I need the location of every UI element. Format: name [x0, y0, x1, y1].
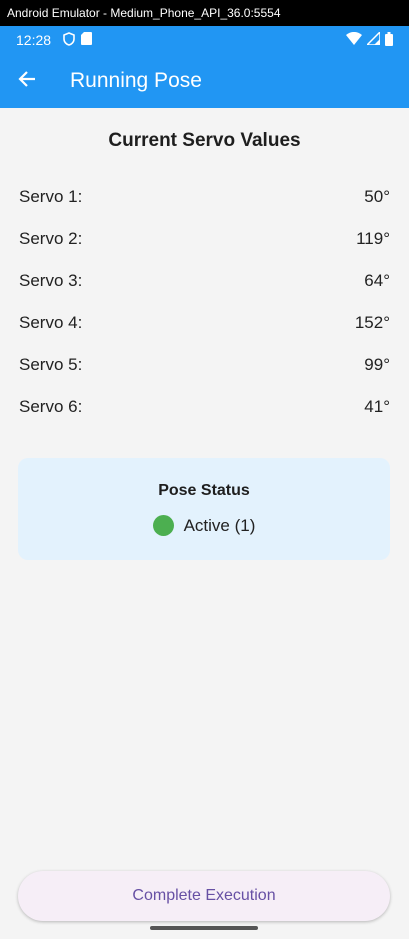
emulator-title-bar: Android Emulator - Medium_Phone_API_36.0… — [0, 0, 409, 26]
status-dot-icon — [152, 515, 174, 536]
servo-label: Servo 4: — [19, 313, 83, 332]
servo-label: Servo 6: — [19, 397, 83, 416]
pose-status-title: Pose Status — [158, 482, 250, 499]
app-bar: Running Pose — [0, 54, 409, 108]
complete-execution-label: Complete Execution — [132, 887, 276, 904]
servo-value: 64° — [364, 271, 390, 290]
servo-row: Servo 1: 50° — [19, 187, 390, 207]
shield-icon — [63, 31, 75, 49]
back-button[interactable] — [0, 54, 54, 108]
pose-status-card: Pose Status Active (1) — [18, 458, 390, 560]
servo-row: Servo 3: 64° — [19, 271, 390, 291]
servo-label: Servo 3: — [19, 271, 83, 290]
servo-value: 41° — [364, 397, 390, 416]
status-bar: 12:28 — [0, 26, 409, 54]
main-content: Current Servo Values Servo 1: 50° Servo … — [0, 108, 409, 939]
page-title: Running Pose — [70, 69, 202, 92]
status-time: 12:28 — [16, 32, 52, 48]
pose-status-text: Active (1) — [183, 515, 256, 535]
servo-value: 50° — [364, 187, 390, 206]
emulator-title: Android Emulator - Medium_Phone_API_36.0… — [7, 6, 281, 20]
servo-value: 152° — [354, 313, 390, 332]
pose-status-line: Active (1) — [18, 515, 390, 536]
servo-values-title: Current Servo Values — [108, 130, 301, 151]
wifi-icon — [346, 31, 362, 48]
complete-execution-button[interactable]: Complete Execution — [18, 871, 390, 921]
battery-icon — [385, 31, 393, 49]
signal-icon — [365, 30, 381, 48]
servo-label: Servo 2: — [19, 229, 83, 248]
servo-row: Servo 5: 99° — [19, 355, 390, 375]
servo-value: 99° — [364, 355, 390, 374]
servo-label: Servo 5: — [19, 355, 83, 374]
servo-value: 119° — [356, 229, 390, 248]
servo-row: Servo 4: 152° — [19, 313, 390, 333]
servo-label: Servo 1: — [19, 187, 83, 206]
sd-card-icon — [81, 32, 93, 48]
servo-row: Servo 6: 41° — [19, 397, 390, 417]
servo-row: Servo 2: 119° — [19, 229, 390, 249]
home-indicator[interactable] — [150, 926, 258, 930]
arrow-back-icon — [18, 70, 36, 93]
